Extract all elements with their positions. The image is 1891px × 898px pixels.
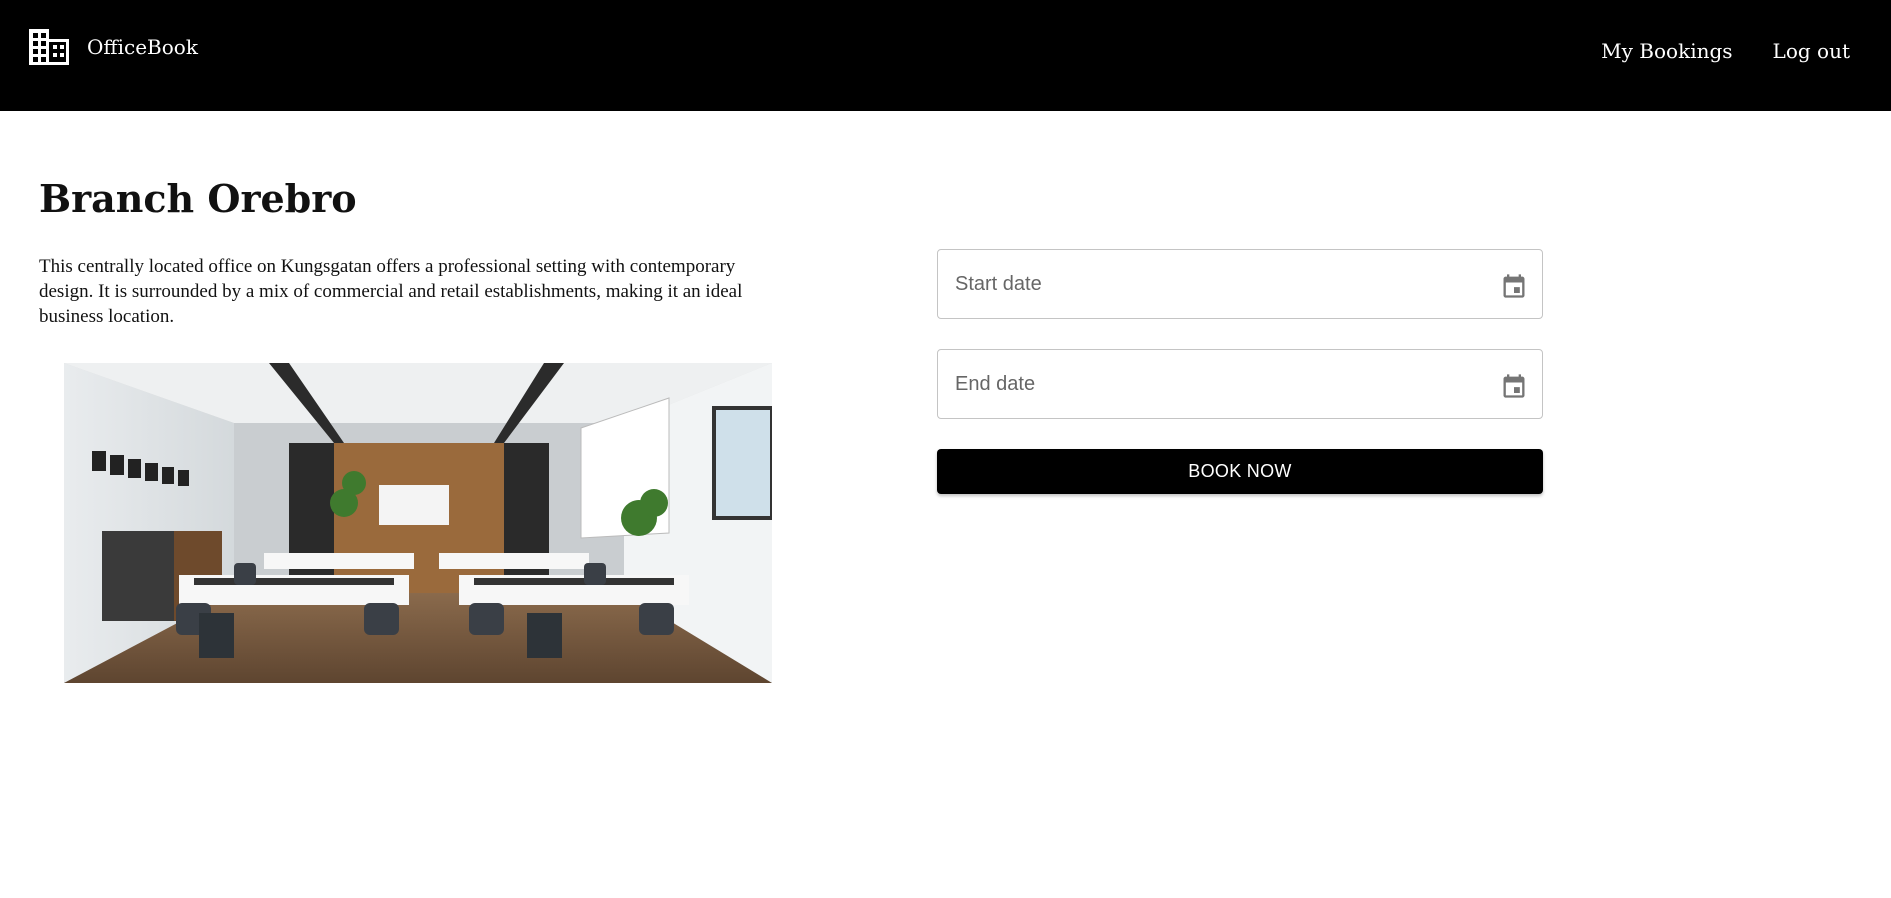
book-now-button[interactable]: BOOK NOW xyxy=(937,449,1543,494)
page-title: Branch Orebro xyxy=(39,176,357,221)
brand-name: OfficeBook xyxy=(87,35,198,59)
start-date-field[interactable] xyxy=(937,249,1543,319)
branch-description: This centrally located office on Kungsga… xyxy=(39,256,743,327)
end-date-field[interactable] xyxy=(937,349,1543,419)
start-date-input[interactable] xyxy=(938,250,1542,318)
office-building-icon xyxy=(29,29,69,65)
top-navbar: OfficeBook My Bookings Log out xyxy=(0,0,1891,111)
nav-links: My Bookings Log out xyxy=(1561,41,1850,61)
end-date-input[interactable] xyxy=(938,350,1542,418)
brand[interactable]: OfficeBook xyxy=(27,27,198,67)
my-bookings-link[interactable]: My Bookings xyxy=(1601,41,1732,61)
calendar-icon[interactable] xyxy=(1500,272,1528,300)
calendar-icon[interactable] xyxy=(1500,372,1528,400)
log-out-link[interactable]: Log out xyxy=(1773,41,1850,61)
office-image xyxy=(64,363,772,683)
